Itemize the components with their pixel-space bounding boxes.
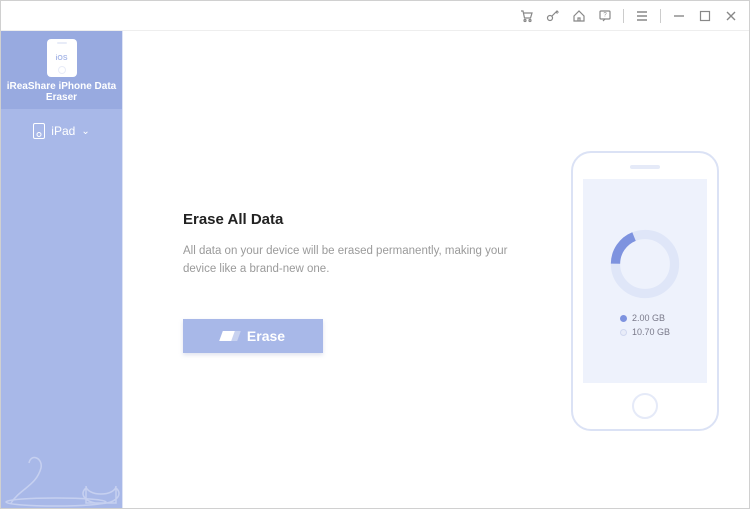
phone-frame: 2.00 GB 10.70 GB bbox=[571, 151, 719, 431]
total-value: 10.70 GB bbox=[632, 327, 670, 337]
ios-badge-label: iOS bbox=[53, 55, 69, 62]
ios-badge-icon: iOS bbox=[47, 39, 77, 77]
feedback-icon[interactable]: ? bbox=[597, 8, 613, 24]
phone-screen: 2.00 GB 10.70 GB bbox=[583, 179, 707, 383]
chevron-down-icon: ⌄ bbox=[81, 126, 89, 137]
page-description: All data on your device will be erased p… bbox=[183, 242, 541, 279]
menu-icon[interactable] bbox=[634, 8, 650, 24]
legend-used: 2.00 GB bbox=[620, 313, 670, 323]
key-icon[interactable] bbox=[545, 8, 561, 24]
erase-button[interactable]: Erase bbox=[183, 319, 323, 353]
used-value: 2.00 GB bbox=[632, 313, 665, 323]
titlebar-separator bbox=[623, 9, 624, 23]
window-titlebar: ? bbox=[1, 1, 749, 31]
sidebar: iOS iReaShare iPhone Data Eraser iPad ⌄ bbox=[1, 31, 123, 508]
minimize-icon[interactable] bbox=[671, 8, 687, 24]
main-panel: Erase All Data All data on your device w… bbox=[123, 31, 749, 508]
brand-block: iOS iReaShare iPhone Data Eraser bbox=[1, 31, 122, 109]
swatch-total bbox=[620, 329, 627, 336]
device-preview: 2.00 GB 10.70 GB bbox=[571, 31, 749, 508]
close-icon[interactable] bbox=[723, 8, 739, 24]
legend-total: 10.70 GB bbox=[620, 327, 670, 337]
svg-text:?: ? bbox=[603, 12, 607, 18]
phone-speaker bbox=[630, 165, 660, 169]
content-area: Erase All Data All data on your device w… bbox=[123, 31, 571, 508]
brand-name: iReaShare iPhone Data Eraser bbox=[1, 81, 122, 103]
tablet-icon bbox=[33, 123, 45, 139]
device-name: iPad bbox=[51, 124, 75, 138]
page-heading: Erase All Data bbox=[183, 211, 541, 228]
maximize-icon[interactable] bbox=[697, 8, 713, 24]
sidebar-decoration bbox=[1, 368, 123, 508]
storage-legend: 2.00 GB 10.70 GB bbox=[620, 313, 670, 337]
home-icon[interactable] bbox=[571, 8, 587, 24]
swatch-used bbox=[620, 315, 627, 322]
erase-button-label: Erase bbox=[247, 328, 285, 344]
device-selector[interactable]: iPad ⌄ bbox=[1, 123, 122, 139]
storage-donut-chart bbox=[606, 225, 684, 303]
cart-icon[interactable] bbox=[519, 8, 535, 24]
eraser-icon bbox=[219, 331, 239, 341]
phone-home-button bbox=[632, 393, 658, 419]
titlebar-separator bbox=[660, 9, 661, 23]
